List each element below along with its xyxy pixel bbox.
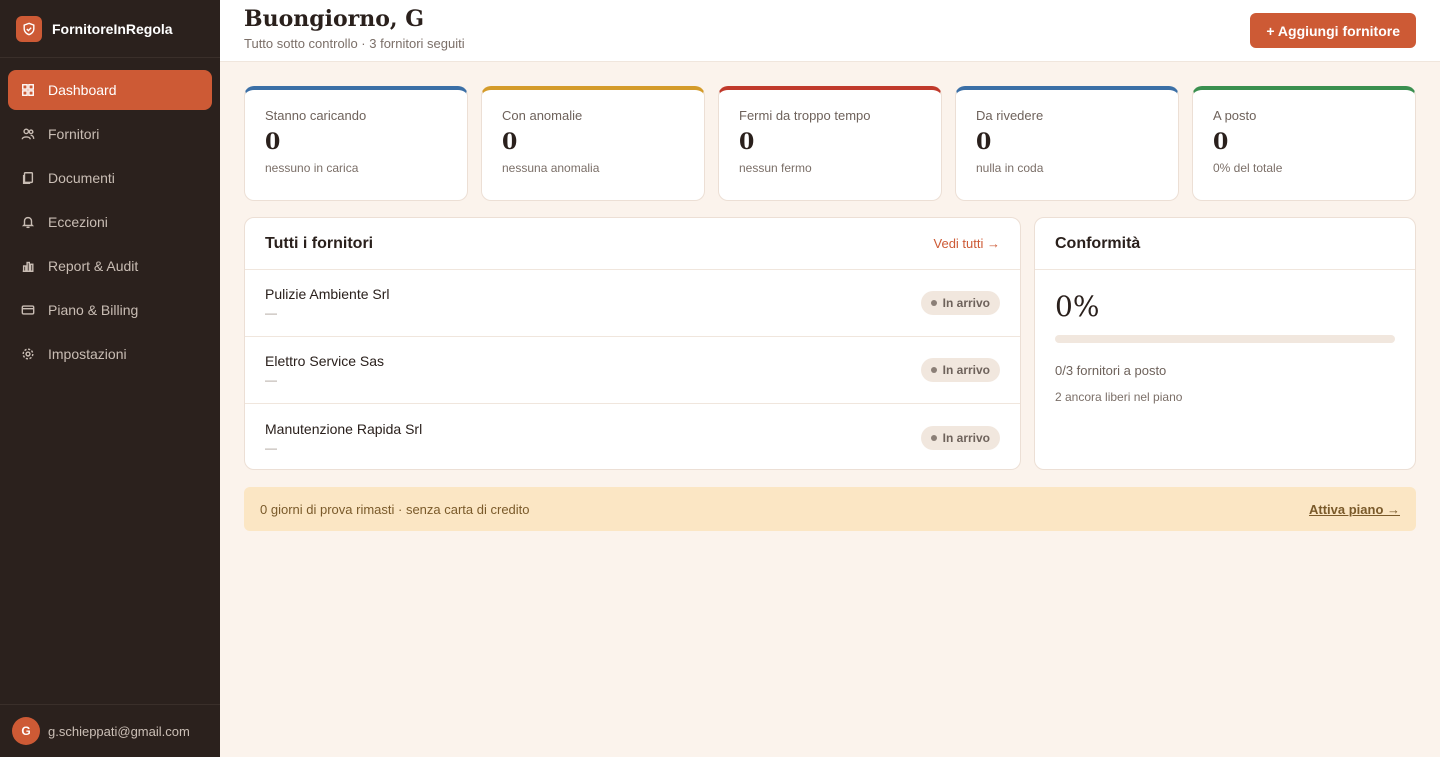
page-title: Buongiorno, G [244,6,425,32]
supplier-detail: — [265,306,277,320]
stat-note: nulla in coda [976,161,1044,175]
grid-icon [20,82,36,98]
sidebar-item-label: Eccezioni [48,214,108,230]
status-text: In arrivo [942,296,990,310]
user-account[interactable]: G g.schieppati@gmail.com [0,704,220,757]
stat-card-ok[interactable]: A posto 0 0% del totale [1192,86,1416,201]
stat-value: 0 [502,129,518,155]
stat-note: nessuna anomalia [502,161,600,175]
sidebar-nav: Dashboard Fornitori Documenti Eccezioni … [0,58,220,390]
compliance-progress-bar [1055,335,1395,343]
sidebar-item-label: Report & Audit [48,258,139,274]
status-badge: In arrivo [920,358,1000,382]
brand[interactable]: FornitoreInRegola [0,0,220,58]
supplier-row[interactable]: Manutenzione Rapida Srl — In arrivo [245,404,1020,471]
stat-label: A posto [1213,108,1257,123]
users-icon [20,126,36,142]
stats-row: Stanno caricando 0 nessuno in carica Con… [244,86,1416,201]
stat-card-loading[interactable]: Stanno caricando 0 nessuno in carica [244,86,468,201]
status-dot-icon [930,434,937,441]
sidebar-item-report[interactable]: Report & Audit [8,246,212,286]
suppliers-panel-header: Tutti i fornitori Vedi tutti → [245,218,1020,270]
stat-label: Stanno caricando [265,108,367,123]
stat-label: Con anomalie [502,108,583,123]
shield-icon [16,15,42,42]
status-text: In arrivo [942,363,990,377]
sidebar-item-billing[interactable]: Piano & Billing [8,290,212,330]
sidebar-item-label: Dashboard [48,82,117,98]
status-dot-icon [930,300,937,306]
suppliers-panel: Tutti i fornitori Vedi tutti → Pulizie A… [244,217,1021,470]
supplier-row[interactable]: Pulizie Ambiente Srl — In arrivo [245,270,1020,337]
sidebar-item-dashboard[interactable]: Dashboard [8,70,212,110]
sidebar-item-impostazioni[interactable]: Impostazioni [8,334,212,374]
trial-text: 0 giorni di prova rimasti · senza carta … [260,501,530,517]
page-header: Buongiorno, G Tutto sotto controllo · 3 … [220,0,1440,62]
status-dot-icon [930,367,937,373]
avatar: G [12,717,40,745]
sidebar-item-documenti[interactable]: Documenti [8,158,212,198]
stat-label: Fermi da troppo tempo [739,108,871,123]
page-subtitle: Tutto sotto controllo · 3 fornitori segu… [244,36,465,51]
stat-label: Da rivedere [976,108,1044,123]
status-badge: In arrivo [920,291,1000,315]
stat-value: 0 [1213,129,1229,155]
supplier-detail: — [265,373,277,387]
stat-card-stalled[interactable]: Fermi da troppo tempo 0 nessun fermo [718,86,942,201]
supplier-name: Pulizie Ambiente Srl [265,286,390,302]
supplier-detail: — [265,440,277,455]
supplier-name: Elettro Service Sas [265,353,385,369]
status-text: In arrivo [942,430,990,445]
see-all-link[interactable]: Vedi tutti → [934,236,1000,251]
sidebar-item-label: Impostazioni [48,346,127,362]
compliance-panel-title: Conformità [1055,234,1141,252]
activate-plan-link[interactable]: Attiva piano → [1309,502,1400,517]
stat-value: 0 [265,129,281,155]
status-badge: In arrivo [920,425,1000,450]
stat-card-anomalies[interactable]: Con anomalie 0 nessuna anomalia [481,86,705,201]
supplier-row[interactable]: Elettro Service Sas — In arrivo [245,337,1020,404]
stat-note: nessun fermo [739,161,812,175]
compliance-panel-header: Conformità [1035,218,1415,270]
brand-name: FornitoreInRegola [52,20,173,37]
stat-card-review[interactable]: Da rivedere 0 nulla in coda [955,86,1179,201]
stat-value: 0 [739,129,755,155]
add-supplier-button[interactable]: + Aggiungi fornitore [1250,13,1416,48]
sidebar-item-label: Piano & Billing [48,302,139,318]
document-icon [20,170,36,186]
sidebar-item-fornitori[interactable]: Fornitori [8,114,212,154]
suppliers-panel-title: Tutti i fornitori [265,234,374,252]
trial-banner: 0 giorni di prova rimasti · senza carta … [244,487,1416,531]
stat-note: 0% del totale [1213,161,1283,175]
stat-note: nessuno in carica [265,161,359,175]
sidebar-item-label: Fornitori [48,126,100,142]
supplier-name: Manutenzione Rapida Srl [265,420,423,437]
stat-value: 0 [976,129,992,155]
bell-icon [20,214,36,230]
sidebar-item-eccezioni[interactable]: Eccezioni [8,202,212,242]
sidebar-item-label: Documenti [48,170,115,186]
compliance-count: 0/3 fornitori a posto [1055,363,1167,378]
sidebar: FornitoreInRegola Dashboard Fornitori Do… [0,0,220,757]
card-icon [20,302,36,318]
user-email: g.schieppati@gmail.com [48,723,190,739]
bar-chart-icon [20,258,36,274]
compliance-percent: 0% [1055,290,1100,323]
compliance-panel: Conformità 0% 0/3 fornitori a posto 2 an… [1034,217,1416,470]
compliance-plan-slots: 2 ancora liberi nel piano [1055,390,1183,404]
gear-icon [20,346,36,362]
